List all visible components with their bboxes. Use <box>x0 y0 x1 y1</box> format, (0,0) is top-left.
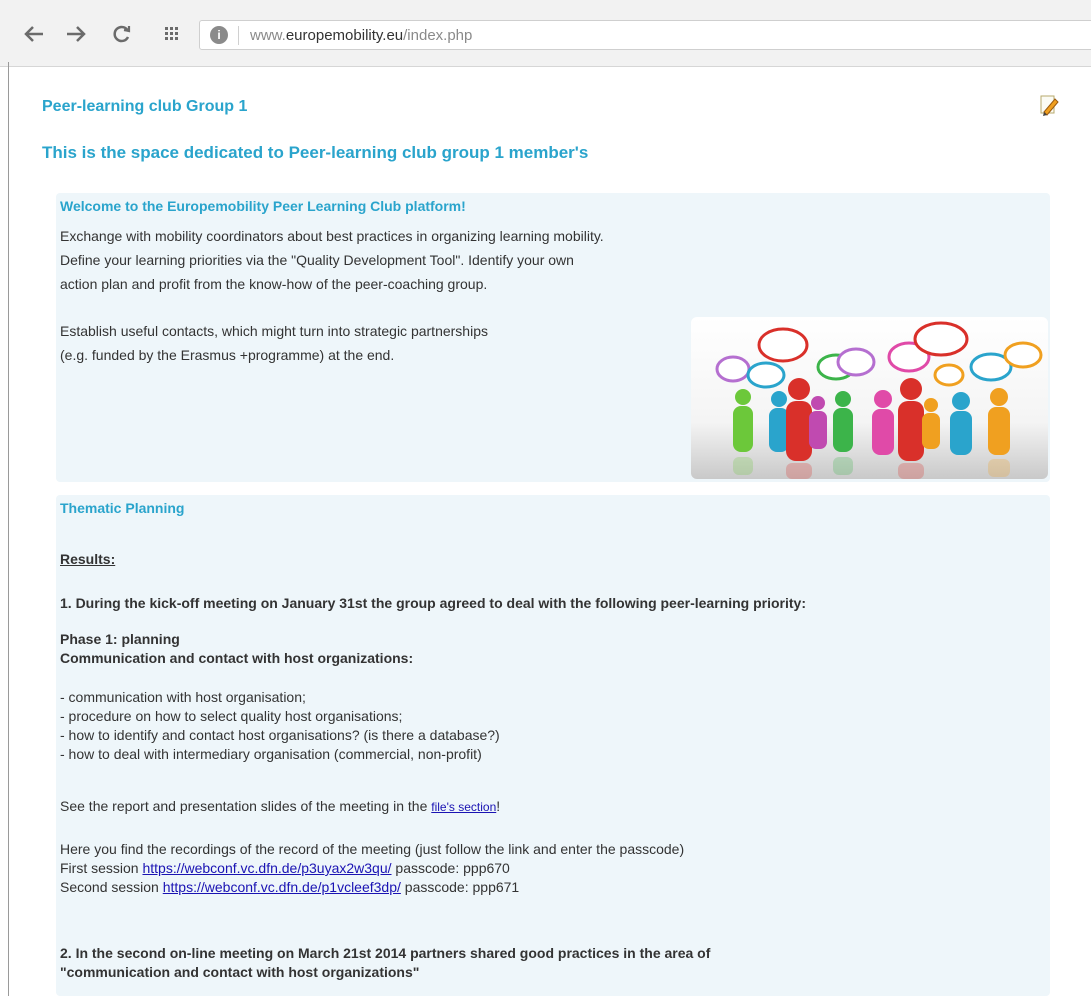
welcome-title: Welcome to the Europemobility Peer Learn… <box>60 198 466 214</box>
welcome-line-2: Define your learning priorities via the … <box>60 252 574 268</box>
first-session-passcode: passcode: ppp670 <box>391 860 510 876</box>
bullet-item: - how to deal with intermediary organisa… <box>60 746 482 762</box>
priority-paragraph: 1. During the kick-off meeting on Januar… <box>60 595 806 611</box>
address-bar[interactable]: i www.europemobility.eu/index.php <box>199 20 1091 50</box>
first-session-link[interactable]: https://webconf.vc.dfn.de/p3uyax2w3qu/ <box>142 860 391 876</box>
welcome-line-4: Establish useful contacts, which might t… <box>60 323 488 339</box>
welcome-line-3: action plan and profit from the know-how… <box>60 276 488 292</box>
welcome-line-5: (e.g. funded by the Erasmus +programme) … <box>60 347 395 363</box>
report-exclaim: ! <box>496 798 501 814</box>
bullet-item: - communication with host organisation; <box>60 689 306 705</box>
welcome-box: Welcome to the Europemobility Peer Learn… <box>56 193 1050 482</box>
planning-title: Thematic Planning <box>60 500 185 516</box>
back-arrow-icon[interactable] <box>20 20 48 48</box>
phase-heading: Phase 1: planning <box>60 631 180 647</box>
apps-grid-icon[interactable] <box>158 20 186 48</box>
second-session-line: Second session https://webconf.vc.dfn.de… <box>60 878 519 897</box>
first-session-label: First session <box>60 860 143 876</box>
address-divider <box>238 26 239 45</box>
site-info-icon[interactable]: i <box>210 26 228 44</box>
url-text[interactable]: www.europemobility.eu/index.php <box>250 27 472 44</box>
url-prefix: www. <box>250 27 286 44</box>
welcome-line-1: Exchange with mobility coordinators abou… <box>60 228 604 244</box>
first-session-line: First session https://webconf.vc.dfn.de/… <box>60 859 510 878</box>
reload-icon[interactable] <box>108 20 136 48</box>
bullet-item: - procedure on how to select quality hos… <box>60 708 403 724</box>
second-meeting-line-1: 2. In the second on-line meeting on Marc… <box>60 945 711 961</box>
results-heading: Results: <box>60 551 116 567</box>
files-section-link[interactable]: file's section <box>431 800 496 814</box>
people-speech-bubbles-image <box>691 317 1048 479</box>
page-subtitle: This is the space dedicated to Peer-lear… <box>42 143 589 162</box>
phase-subheading: Communication and contact with host orga… <box>60 650 414 666</box>
report-text: See the report and presentation slides o… <box>60 798 432 814</box>
second-session-label: Second session <box>60 879 163 895</box>
url-path: /index.php <box>403 27 473 44</box>
second-session-link[interactable]: https://webconf.vc.dfn.de/p1vcleef3dp/ <box>163 879 401 895</box>
edit-page-icon[interactable] <box>1038 94 1060 116</box>
browser-toolbar: i www.europemobility.eu/index.php <box>0 0 1091 67</box>
report-line: See the report and presentation slides o… <box>60 797 500 817</box>
bullet-item: - how to identify and contact host organ… <box>60 727 500 743</box>
second-session-passcode: passcode: ppp671 <box>400 879 520 895</box>
url-domain: europemobility.eu <box>285 27 404 44</box>
thematic-planning-box: Thematic Planning Results: 1. During the… <box>56 495 1050 996</box>
content-left-border <box>8 62 9 996</box>
recordings-intro: Here you find the recordings of the reco… <box>60 841 685 857</box>
second-meeting-line-2: "communication and contact with host org… <box>60 964 420 980</box>
forward-arrow-icon[interactable] <box>62 20 90 48</box>
page-title: Peer-learning club Group 1 <box>42 98 248 115</box>
